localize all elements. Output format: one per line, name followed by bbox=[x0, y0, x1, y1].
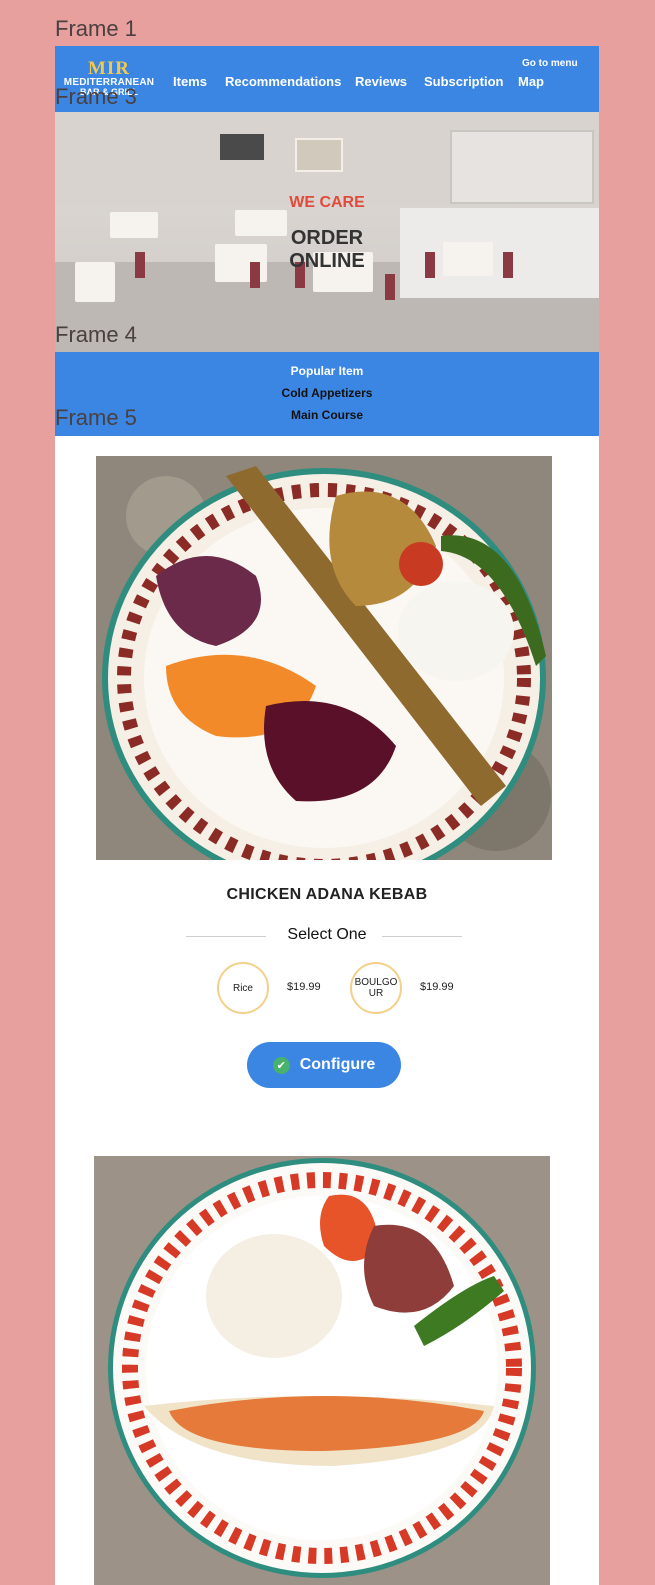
logo-mir-text: MIR bbox=[87, 58, 131, 79]
option-boulgour[interactable]: BOULGOUR bbox=[350, 962, 402, 1014]
nav-reviews[interactable]: Reviews bbox=[355, 74, 407, 89]
kebab-plate-illustration bbox=[96, 456, 552, 860]
shish-plate-illustration bbox=[94, 1156, 550, 1585]
category-popular-item[interactable]: Popular Item bbox=[55, 364, 599, 378]
option-boulgour-label: BOULGOUR bbox=[354, 977, 398, 999]
frame-1-label: Frame 1 bbox=[55, 16, 137, 41]
page-canvas: MIR MEDITERRANEAN BAR & GRILL Go to menu… bbox=[55, 46, 599, 1585]
hero-photo-chair bbox=[385, 274, 395, 300]
nav-subscription[interactable]: Subscription bbox=[424, 74, 503, 89]
nav-items[interactable]: Items bbox=[173, 74, 207, 89]
frame-5-label: Frame 5 bbox=[55, 405, 137, 430]
hero-photo-shelf bbox=[450, 130, 594, 204]
hero-headline-line-2: ONLINE bbox=[289, 250, 365, 272]
frame-3-label: Frame 3 bbox=[55, 84, 137, 109]
category-cold-appetizers[interactable]: Cold Appetizers bbox=[55, 386, 599, 400]
item-name: CHICKEN ADANA KEBAB bbox=[226, 886, 428, 903]
frame-4-label: Frame 4 bbox=[55, 322, 137, 347]
hero-photo-tv bbox=[220, 134, 264, 160]
hero-tagline: WE CARE bbox=[289, 194, 365, 211]
configure-label: Configure bbox=[299, 1056, 376, 1073]
option-boulgour-price: $19.99 bbox=[420, 981, 454, 993]
check-icon: ✔ bbox=[272, 1056, 290, 1074]
item-image-chicken-shish[interactable] bbox=[94, 1156, 550, 1585]
select-one-label: Select One bbox=[287, 926, 367, 943]
item-image-chicken-adana-kebab[interactable] bbox=[96, 456, 552, 860]
option-rice-price: $19.99 bbox=[287, 981, 321, 993]
hero-banner: WE CARE ORDER ONLINE bbox=[55, 112, 599, 352]
option-rice-label: Rice bbox=[232, 982, 253, 994]
nav-map[interactable]: Map bbox=[518, 74, 544, 89]
hero-headline-line-1: ORDER bbox=[290, 227, 364, 249]
configure-button[interactable]: ✔ Configure bbox=[247, 1042, 401, 1088]
nav-recommendations[interactable]: Recommendations bbox=[225, 74, 341, 89]
hero-headline: ORDER ONLINE bbox=[55, 227, 599, 273]
go-to-menu-link[interactable]: Go to menu bbox=[522, 58, 578, 69]
option-rice[interactable]: Rice bbox=[217, 962, 269, 1014]
hero-photo-painting bbox=[295, 138, 343, 172]
